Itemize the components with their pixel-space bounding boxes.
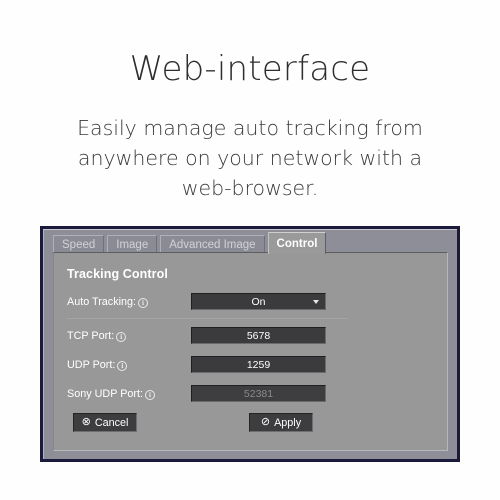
sony-udp-port-control: 52381 xyxy=(191,385,326,402)
page-subtitle: Easily manage auto tracking from anywher… xyxy=(77,116,423,200)
sony-udp-port-input: 52381 xyxy=(191,385,326,402)
tab-control-label: Control xyxy=(276,237,318,250)
sony-udp-port-value: 52381 xyxy=(243,387,274,400)
circled-x-icon: ⊗ xyxy=(81,415,91,428)
section-divider xyxy=(67,318,348,319)
promo-slide: Web-interface Easily manage auto trackin… xyxy=(0,0,500,500)
udp-port-label: UDP Port: i xyxy=(67,359,128,371)
cancel-button[interactable]: ⊗ Cancel xyxy=(73,413,137,432)
tab-bar: Speed Image Advanced Image Control xyxy=(44,230,457,254)
udp-port-label-text: UDP Port: xyxy=(67,359,116,371)
cancel-button-label: Cancel xyxy=(94,416,129,429)
chevron-down-icon xyxy=(313,299,319,304)
auto-tracking-select[interactable]: On xyxy=(191,293,326,310)
udp-port-input[interactable]: 1259 xyxy=(191,356,326,373)
info-icon[interactable]: i xyxy=(116,332,127,342)
apply-button-label: Apply xyxy=(274,416,302,429)
tab-speed-label: Speed xyxy=(62,238,96,251)
udp-port-control: 1259 xyxy=(191,356,326,373)
info-icon[interactable]: i xyxy=(138,298,149,308)
page-title: Web-interface xyxy=(129,49,371,89)
tab-control[interactable]: Control xyxy=(267,232,327,254)
udp-port-value: 1259 xyxy=(246,358,271,371)
auto-tracking-label-text: Auto Tracking: xyxy=(67,296,137,308)
control-panel: Tracking Control Auto Tracking: i On TCP… xyxy=(53,252,448,451)
auto-tracking-label: Auto Tracking: i xyxy=(67,296,149,308)
window-inner: Speed Image Advanced Image Control Track… xyxy=(43,229,457,459)
sony-udp-port-label-text: Sony UDP Port: xyxy=(67,388,144,400)
auto-tracking-value: On xyxy=(251,295,266,308)
auto-tracking-control: On xyxy=(191,293,326,310)
tcp-port-label: TCP Port: i xyxy=(67,330,127,342)
info-icon[interactable]: i xyxy=(145,390,156,400)
tab-image-label: Image xyxy=(116,238,149,251)
sony-udp-port-label: Sony UDP Port: i xyxy=(67,388,156,400)
info-icon[interactable]: i xyxy=(117,361,128,371)
tcp-port-value: 5678 xyxy=(246,329,271,342)
tcp-port-input[interactable]: 5678 xyxy=(191,327,326,344)
browser-window-screenshot: Speed Image Advanced Image Control Track… xyxy=(40,226,460,462)
tcp-port-control: 5678 xyxy=(191,327,326,344)
tcp-port-label-text: TCP Port: xyxy=(67,330,115,342)
apply-button[interactable]: ⊘ Apply xyxy=(249,413,313,432)
tab-advanced-image-label: Advanced Image xyxy=(169,238,256,251)
panel-title: Tracking Control xyxy=(67,267,168,281)
circled-check-icon: ⊘ xyxy=(260,415,271,428)
